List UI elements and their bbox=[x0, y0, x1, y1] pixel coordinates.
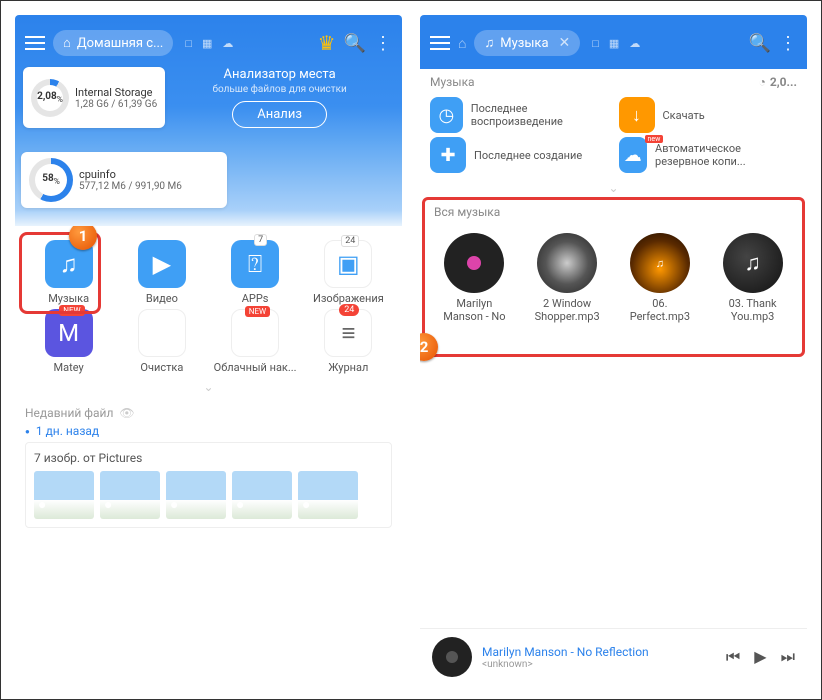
more-icon[interactable]: ⋮ bbox=[374, 33, 392, 54]
cpu-size: 577,12 M6 / 991,90 M6 bbox=[79, 181, 182, 192]
chevron-down-icon[interactable]: ⌄ bbox=[420, 181, 807, 195]
menu-icon[interactable] bbox=[430, 36, 450, 50]
quick-item[interactable]: ☁newАвтоматическое резервное копи... bbox=[619, 137, 798, 173]
play-icon[interactable]: ▶ bbox=[754, 647, 766, 667]
category-Очистка[interactable]: ✦Очистка bbox=[118, 309, 205, 374]
thumb[interactable] bbox=[34, 471, 94, 519]
size-badge: 2,0... bbox=[770, 75, 797, 89]
analyzer-row: 2,08% Internal Storage 1,28 G6 / 61,39 G… bbox=[21, 63, 396, 136]
body-left: ♫Музыка▶Видео⍰7APPs▣24ИзображенияMNEWMat… bbox=[15, 226, 402, 685]
tab-label: Музыка bbox=[500, 36, 548, 51]
analyzer-panel: Анализатор места больше файлов для очист… bbox=[169, 67, 390, 128]
recent-card[interactable]: 7 изобр. от Pictures bbox=[25, 442, 392, 528]
thumb[interactable] bbox=[100, 471, 160, 519]
phone-left: ⌂ Домашняя с... □▦☁ ♛ 🔍 ⋮ 2,08% Internal… bbox=[15, 15, 402, 685]
header-left: ⌂ Домашняя с... □▦☁ ♛ 🔍 ⋮ 2,08% Internal… bbox=[15, 15, 402, 146]
player-title: Marilyn Manson - No Reflection bbox=[482, 645, 716, 659]
analyze-button[interactable]: Анализ bbox=[232, 101, 327, 128]
cpu-name: cpuinfo bbox=[79, 168, 182, 181]
highlight-tracks bbox=[422, 197, 805, 357]
tab-home[interactable]: ⌂ Домашняя с... bbox=[53, 30, 173, 56]
tab-music[interactable]: ♫ Музыка ✕ bbox=[474, 30, 580, 56]
search-icon[interactable]: 🔍 bbox=[749, 33, 771, 54]
recent-card-title: 7 изобр. от Pictures bbox=[34, 451, 383, 465]
thumb[interactable] bbox=[232, 471, 292, 519]
storage-donut: 2,08% bbox=[31, 79, 69, 117]
menu-icon[interactable] bbox=[25, 36, 45, 50]
topbar: ⌂ ♫ Музыка ✕ □▦☁ 🔍 ⋮ bbox=[426, 23, 801, 63]
storage-size: 1,28 G6 / 61,39 G6 bbox=[75, 99, 157, 110]
analyzer-title: Анализатор места bbox=[169, 67, 390, 82]
category-Изображения[interactable]: ▣24Изображения bbox=[305, 240, 392, 305]
storage-name: Internal Storage bbox=[75, 86, 157, 99]
topbar: ⌂ Домашняя с... □▦☁ ♛ 🔍 ⋮ bbox=[21, 23, 396, 63]
category-label: Музыка bbox=[430, 75, 475, 89]
cpu-card[interactable]: 58% cpuinfo 577,12 M6 / 991,90 M6 bbox=[21, 152, 227, 208]
thumb[interactable] bbox=[166, 471, 226, 519]
pie-icon[interactable]: ◔ bbox=[759, 75, 766, 89]
music-icon: ♫ bbox=[484, 35, 494, 51]
recent-thumbs bbox=[34, 471, 383, 519]
tab-label: Домашняя с... bbox=[77, 36, 164, 51]
recent-section-label: Недавний файл👁 bbox=[25, 406, 392, 420]
player-artist: <unknown> bbox=[482, 659, 716, 670]
category-Видео[interactable]: ▶Видео bbox=[118, 240, 205, 305]
recent-date: 1 дн. назад bbox=[25, 424, 392, 438]
quick-item[interactable]: ◷Последнее воспроизведение bbox=[430, 97, 609, 133]
search-icon[interactable]: 🔍 bbox=[344, 33, 366, 54]
home-icon: ⌂ bbox=[63, 35, 71, 51]
cpu-row: 58% cpuinfo 577,12 M6 / 991,90 M6 bbox=[15, 146, 402, 226]
nav-mini-icons: □▦☁ bbox=[185, 37, 233, 50]
player-album-icon[interactable] bbox=[432, 637, 472, 677]
cpu-donut: 58% bbox=[29, 158, 73, 202]
player-bar: Marilyn Manson - No Reflection <unknown>… bbox=[420, 628, 807, 685]
category-Облачный нак...[interactable]: ☁NEWОблачный нак... bbox=[212, 309, 299, 374]
category-Matey[interactable]: MNEWMatey bbox=[25, 309, 112, 374]
quick-item[interactable]: ↓Скачать bbox=[619, 97, 798, 133]
next-icon[interactable]: ⏭ bbox=[781, 647, 795, 667]
nav-mini-icons: □▦☁ bbox=[592, 37, 640, 50]
category-bar: Музыка ◔ 2,0... bbox=[420, 69, 807, 95]
quick-grid: ◷Последнее воспроизведение ↓Скачать ✚После… bbox=[420, 95, 807, 181]
crown-icon[interactable]: ♛ bbox=[318, 31, 336, 55]
analyzer-sub: больше файлов для очистки bbox=[169, 84, 390, 95]
chevron-down-icon[interactable]: ⌄ bbox=[25, 380, 392, 394]
phone-right: ⌂ ♫ Музыка ✕ □▦☁ 🔍 ⋮ Музыка ◔ 2,0... ◷По… bbox=[420, 15, 807, 685]
storage-card[interactable]: 2,08% Internal Storage 1,28 G6 / 61,39 G… bbox=[23, 67, 165, 128]
close-icon[interactable]: ✕ bbox=[559, 35, 571, 51]
thumb[interactable] bbox=[298, 471, 358, 519]
quick-item[interactable]: ✚Последнее создание bbox=[430, 137, 609, 173]
category-Журнал[interactable]: ≡24Журнал bbox=[305, 309, 392, 374]
home-icon[interactable]: ⌂ bbox=[458, 35, 466, 52]
category-APPs[interactable]: ⍰7APPs bbox=[212, 240, 299, 305]
header-right: ⌂ ♫ Музыка ✕ □▦☁ 🔍 ⋮ bbox=[420, 15, 807, 69]
prev-icon[interactable]: ⏮ bbox=[726, 647, 740, 667]
more-icon[interactable]: ⋮ bbox=[779, 33, 797, 54]
